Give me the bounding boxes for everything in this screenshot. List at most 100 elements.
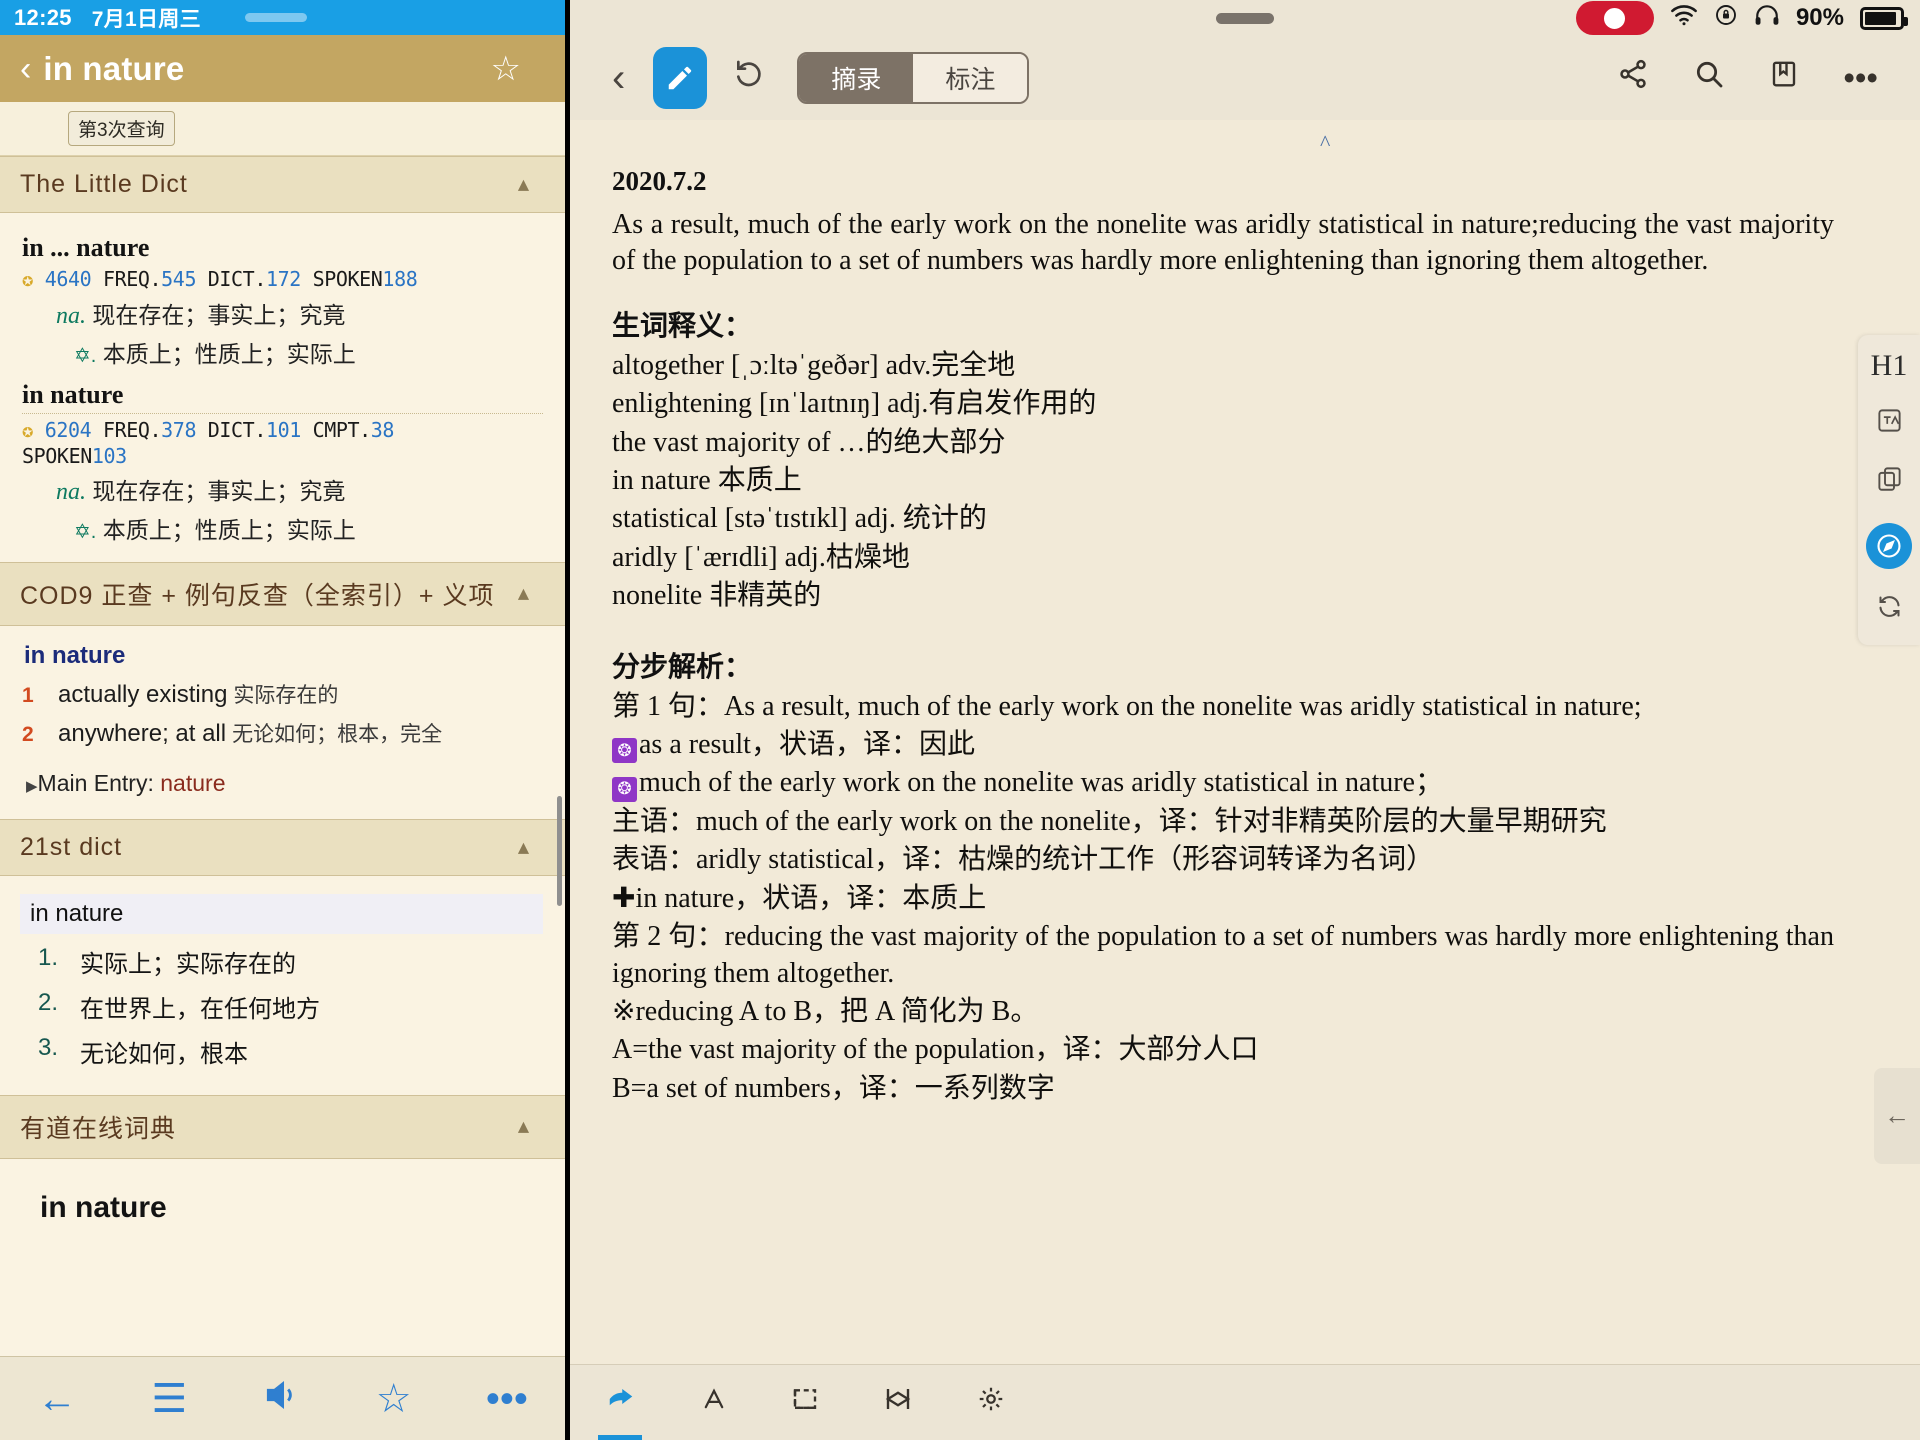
entry-definition: ✡. 本质上；性质上；实际上 [74,339,543,370]
vocab-item: statistical [stəˈtɪstɪkl] adj. 统计的 [612,503,987,535]
heading-level-label[interactable]: H1 [1871,349,1908,383]
entry-headword: in nature [40,1191,167,1225]
copy-icon[interactable] [1876,465,1903,499]
device-status-bar: 90% [570,0,1920,36]
page-flip-handle[interactable]: ← [1874,1068,1920,1164]
chevron-up-icon[interactable]: ▼ [513,583,533,605]
analysis-item: ※reducing A to B，把 A 简化为 B。 [612,995,1039,1027]
text-style-icon[interactable] [700,1384,728,1422]
item-chinese: 实际存在的 [233,684,339,708]
dictionary-scroll-area[interactable]: The Little Dict ▼ in ... nature ✪ 4640 F… [0,156,565,1356]
status-time: 12:25 [14,4,72,30]
freq-label: SPOKEN [22,443,92,468]
side-rail-toolbar: H1 [1858,335,1920,645]
list-icon[interactable]: ☰ [151,1379,187,1419]
star-outline-icon[interactable]: ☆ [491,49,521,89]
freq-label: FREQ. [102,418,162,443]
section-header-little-dict[interactable]: The Little Dict ▼ [0,156,565,213]
status-pill [245,13,307,22]
selected-tool-indicator [598,1435,642,1440]
chevron-up-icon[interactable]: ▼ [513,1116,533,1138]
analysis-item: B=a set of numbers，译：一系列数字 [612,1072,1055,1104]
speaker-icon[interactable] [261,1376,301,1421]
freq-value: 378 [161,418,197,443]
battery-percent: 90% [1795,4,1844,31]
document-content[interactable]: ^ 2020.7.2 As a result, much of the earl… [570,120,1920,1364]
crop-icon[interactable] [790,1384,820,1422]
notebook-panel: 90% ‹ 摘录 标注 ••• ^ 2020.7.2 As a result, … [570,0,1920,1440]
analysis-item: ❂ as a result，状语，译：因此 [612,727,1834,764]
analysis-item: ✚in nature，状语，译：本质上 [612,881,1834,917]
entry-headword: in nature [24,642,126,670]
tab-excerpt[interactable]: 摘录 [799,54,914,102]
view-mode-segmented-control[interactable]: 摘录 标注 [797,52,1030,104]
entry-headword: in nature [20,894,543,935]
chevron-left-icon[interactable]: ‹ [612,56,625,101]
dictionary-panel: 12:25 7月1日周三 ‹ in nature ☆ 第3次查询 The Lit… [0,0,570,1440]
definition-text: 本质上；性质上；实际上 [102,517,356,544]
star-gold-icon: ✪ [22,269,34,291]
back-arrow-icon[interactable]: ← [37,1379,77,1419]
settings-icon[interactable] [976,1384,1006,1422]
rotation-lock-icon [1714,3,1738,33]
sync-icon[interactable] [1876,593,1903,627]
chevron-up-icon[interactable]: ▼ [513,837,533,859]
main-entry-label: Main Entry: [37,770,154,797]
cross-bullet-icon: ✚ [612,882,636,914]
analysis-item: 主语：much of the early work on the nonelit… [612,806,1607,837]
share-icon[interactable] [1617,58,1649,98]
analysis-text: as a result，状语，译：因此 [639,728,975,760]
caret-marker-icon: ^ [1320,130,1331,155]
pointer-icon[interactable] [604,1384,638,1422]
list-item: 2 anywhere; at all 无论如何；根本，完全 [22,718,543,748]
vocab-item: altogether [ˌɔːltəˈgeðər] adv.完全地 [612,349,1016,381]
main-entry-word[interactable]: nature [160,770,225,796]
document-paragraph: As a result, much of the early work on t… [612,209,1834,277]
query-count-tag[interactable]: 第3次查询 [68,111,175,146]
flower-bullet-icon: ❂ [612,777,637,802]
section-body-21st-dict: in nature 1. 实际上；实际存在的 2. 在世界上，在任何地方 3. … [0,876,565,1096]
analysis-item: 表语：aridly statistical，译：枯燥的统计工作（形容词转译为名词… [612,844,1435,876]
star-icon[interactable]: ☆ [376,1379,412,1419]
wifi-icon [1670,4,1698,32]
item-english: actually existing [58,681,228,709]
dictionary-bottom-nav: ← ☰ ☆ ••• [0,1356,565,1440]
chevron-up-icon[interactable]: ▼ [513,174,533,196]
pencil-icon[interactable] [653,47,708,109]
pos-label: ✡. [74,345,97,368]
shape-icon[interactable] [882,1384,914,1422]
scrollbar[interactable] [557,796,562,906]
pos-label: na. [56,302,86,329]
notebook-bottom-toolbar [570,1364,1920,1440]
triangle-right-icon: ▶ [26,778,38,796]
bookmark-icon[interactable] [1769,58,1799,98]
search-icon[interactable] [1693,58,1725,98]
section-header-cod9[interactable]: COD9 正查 + 例句反查（全索引）+ 义项 ▼ [0,562,565,627]
item-text: 实际上；实际存在的 [80,951,296,979]
main-entry-link[interactable]: ▶Main Entry: nature [26,770,543,797]
star-gold-icon: ✪ [22,420,34,443]
list-item: 1. 实际上；实际存在的 [38,944,543,979]
more-icon[interactable]: ••• [486,1379,528,1419]
freq-label: FREQ. [102,267,162,291]
dictionary-header: ‹ in nature ☆ [0,35,565,102]
battery-icon [1860,6,1908,30]
freq-star-value: 6204 [44,418,92,443]
grabber-pill[interactable] [1216,13,1274,24]
vocab-item: in nature 本质上 [612,464,802,496]
freq-value: 101 [265,418,301,443]
section-header-21st-dict[interactable]: 21st dict ▼ [0,819,565,877]
item-number: 1 [22,684,34,708]
undo-icon[interactable] [733,58,765,99]
translate-icon[interactable] [1876,407,1903,441]
more-icon[interactable]: ••• [1843,59,1878,97]
pos-label: na. [56,478,86,505]
chevron-left-icon[interactable]: ‹ [20,52,31,86]
status-date: 7月1日周三 [91,7,201,31]
compass-icon[interactable] [1866,523,1912,569]
analysis-item: ❂ much of the early work on the nonelite … [612,765,1834,802]
list-item: 2. 在世界上，在任何地方 [38,989,543,1024]
tab-annotation[interactable]: 标注 [913,54,1028,102]
item-number: 1. [38,944,59,972]
section-header-youdao[interactable]: 有道在线词典 ▼ [0,1095,565,1160]
